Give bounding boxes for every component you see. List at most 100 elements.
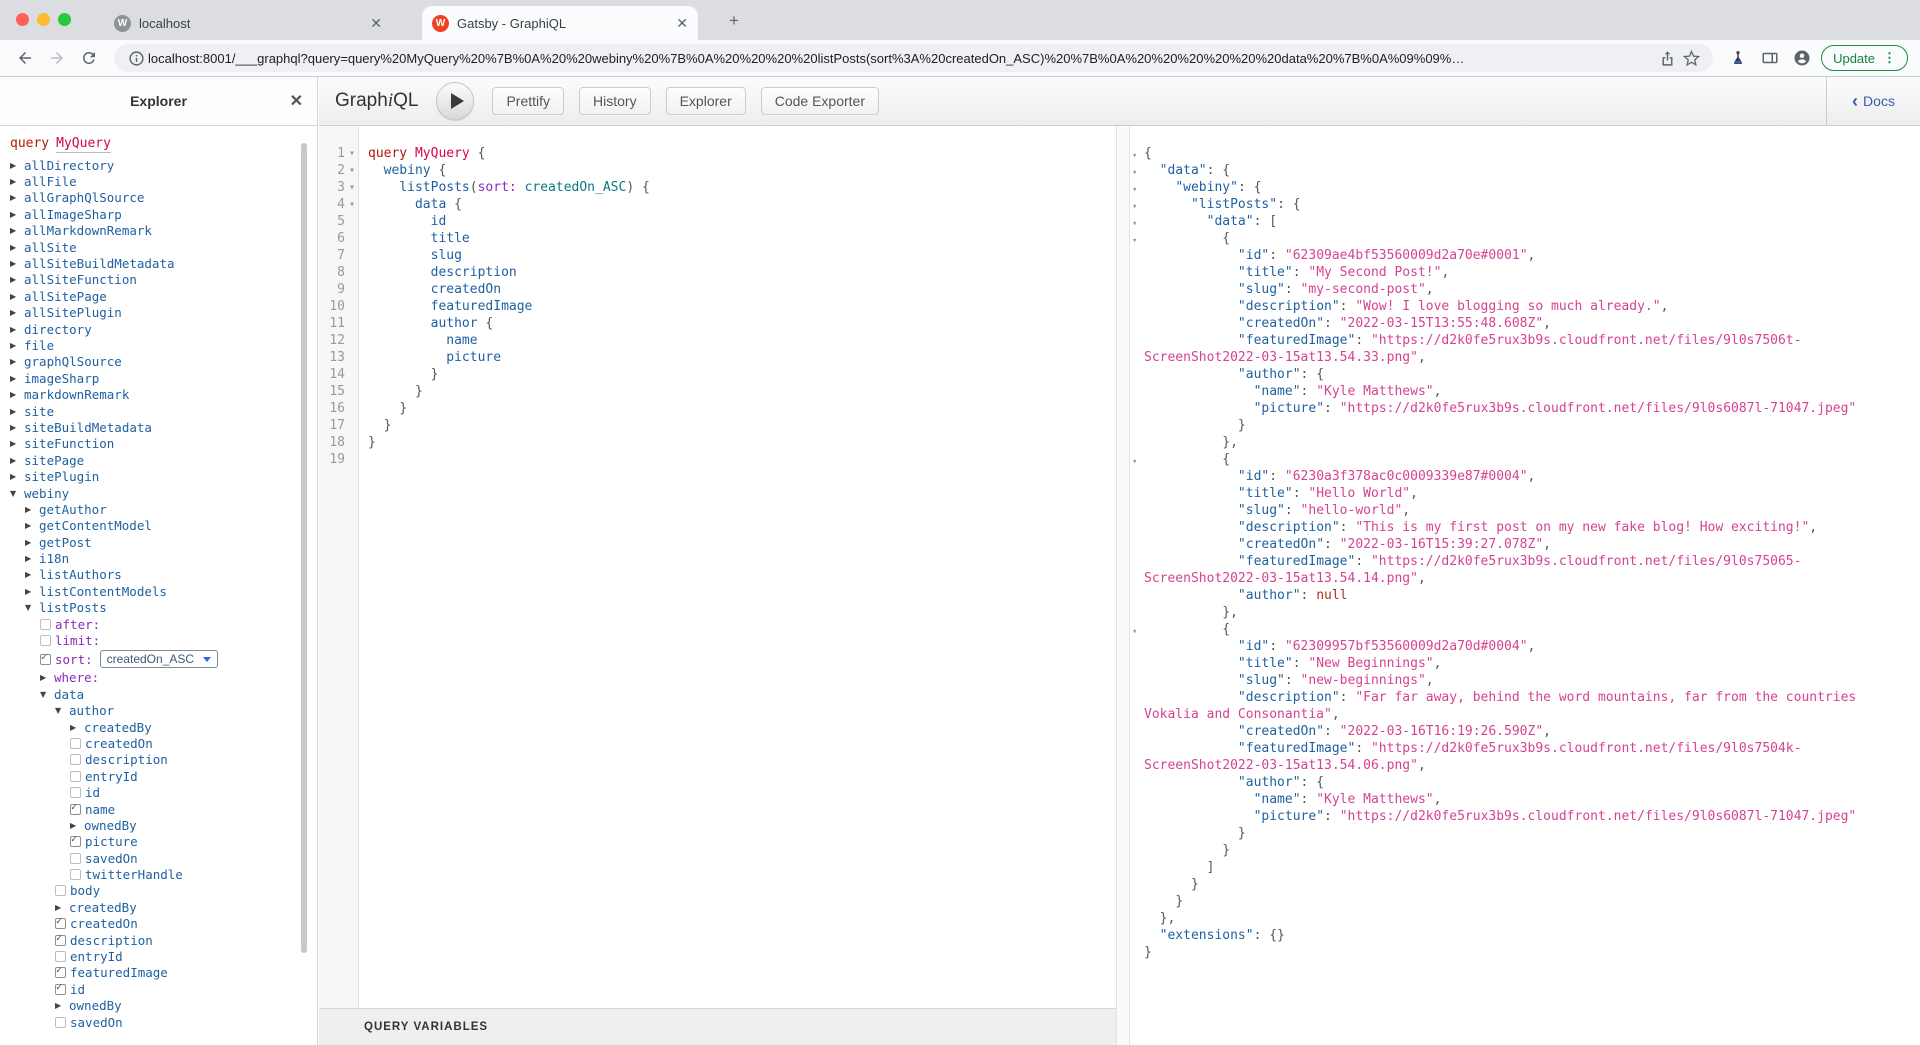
explorer-field-row[interactable]: ▶sitePage — [10, 452, 317, 468]
explorer-field-row[interactable]: createdOn — [70, 735, 317, 751]
fold-arrow-icon[interactable]: ▾ — [1132, 624, 1137, 641]
field-checkbox[interactable] — [55, 885, 66, 896]
prettify-button[interactable]: Prettify — [492, 87, 564, 115]
explorer-field-row[interactable]: ▶allSitePage — [10, 288, 317, 304]
explorer-field-row[interactable]: description — [55, 932, 317, 948]
query-variables-bar[interactable]: QUERY VARIABLES — [319, 1008, 1116, 1045]
explorer-field-row[interactable]: ▼data — [40, 686, 317, 702]
collapsed-arrow-icon[interactable]: ▶ — [10, 423, 24, 432]
explorer-field-row[interactable]: entryId — [55, 948, 317, 964]
explorer-field-row[interactable]: ▶ownedBy — [55, 998, 317, 1014]
collapsed-arrow-icon[interactable]: ▶ — [10, 161, 24, 170]
zoom-window-button[interactable] — [58, 13, 71, 26]
tab[interactable]: Wlocalhost✕ — [104, 6, 392, 40]
explorer-field-row[interactable]: featuredImage — [55, 965, 317, 981]
explorer-field-row[interactable]: ▶allFile — [10, 173, 317, 189]
active-tab[interactable]: WGatsby - GraphiQL✕ — [422, 6, 698, 40]
explorer-field-row[interactable]: body — [55, 883, 317, 899]
fold-arrow-icon[interactable]: ▾ — [1132, 199, 1137, 216]
fold-arrow-icon[interactable]: ▾ — [1132, 148, 1137, 165]
explorer-field-row[interactable]: ▶getPost — [25, 534, 317, 550]
collapsed-arrow-icon[interactable]: ▶ — [25, 554, 39, 563]
collapsed-arrow-icon[interactable]: ▶ — [10, 243, 24, 252]
field-checkbox[interactable] — [55, 951, 66, 962]
explorer-field-row[interactable]: ▼listPosts — [25, 600, 317, 616]
collapsed-arrow-icon[interactable]: ▶ — [10, 439, 24, 448]
explorer-field-row[interactable]: createdOn — [55, 916, 317, 932]
explorer-field-row[interactable]: ▶where: — [40, 670, 317, 686]
fold-arrow-icon[interactable]: ▾ — [1132, 165, 1137, 182]
fold-arrow-icon[interactable]: ▾ — [346, 196, 358, 213]
explorer-field-row[interactable]: ▶allSiteFunction — [10, 272, 317, 288]
explorer-field-row[interactable]: ▶allSiteBuildMetadata — [10, 255, 317, 271]
extension-icon[interactable] — [1725, 45, 1751, 71]
execute-query-button[interactable] — [436, 82, 474, 120]
explorer-field-row[interactable]: id — [70, 784, 317, 800]
query-editor[interactable]: 1▾query MyQuery {2▾ webiny {3▾ listPosts… — [319, 126, 1116, 1008]
explorer-field-row[interactable]: ▶site — [10, 403, 317, 419]
explorer-field-row[interactable]: description — [70, 752, 317, 768]
explorer-field-row[interactable]: ▶allDirectory — [10, 157, 317, 173]
fold-arrow-icon[interactable]: ▾ — [1132, 233, 1137, 250]
explorer-field-row[interactable]: ▶sitePlugin — [10, 468, 317, 484]
expanded-arrow-icon[interactable]: ▼ — [55, 706, 69, 715]
explorer-field-row[interactable]: ▼webiny — [10, 485, 317, 501]
explorer-field-row[interactable]: after: — [40, 616, 317, 632]
expanded-arrow-icon[interactable]: ▼ — [25, 603, 39, 612]
explorer-field-row[interactable]: savedOn — [55, 1014, 317, 1030]
explorer-field-row[interactable]: ▶directory — [10, 321, 317, 337]
field-checkbox[interactable] — [55, 984, 66, 995]
explorer-field-row[interactable]: entryId — [70, 768, 317, 784]
fold-arrow-icon[interactable]: ▾ — [346, 162, 358, 179]
field-checkbox[interactable] — [70, 738, 81, 749]
field-checkbox[interactable] — [70, 804, 81, 815]
explorer-field-row[interactable]: ▶siteFunction — [10, 436, 317, 452]
explorer-field-row[interactable]: ▶ownedBy — [70, 817, 317, 833]
explorer-field-row[interactable]: ▶listAuthors — [25, 567, 317, 583]
share-icon[interactable] — [1655, 46, 1679, 70]
explorer-field-row[interactable]: ▶getContentModel — [25, 518, 317, 534]
collapsed-arrow-icon[interactable]: ▶ — [25, 538, 39, 547]
result-viewer[interactable]: ▾{▾ "data": {▾ "webiny": {▾ "listPosts":… — [1130, 126, 1920, 1045]
side-panel-icon[interactable] — [1757, 45, 1783, 71]
collapsed-arrow-icon[interactable]: ▶ — [10, 374, 24, 383]
collapsed-arrow-icon[interactable]: ▶ — [25, 570, 39, 579]
explorer-field-row[interactable]: ▶createdBy — [55, 899, 317, 915]
collapsed-arrow-icon[interactable]: ▶ — [25, 505, 39, 514]
collapsed-arrow-icon[interactable]: ▶ — [10, 341, 24, 350]
close-tab-icon[interactable]: ✕ — [676, 15, 688, 32]
field-checkbox[interactable] — [70, 754, 81, 765]
collapsed-arrow-icon[interactable]: ▶ — [10, 390, 24, 399]
fold-arrow-icon[interactable]: ▾ — [1132, 182, 1137, 199]
reload-icon[interactable] — [76, 45, 102, 71]
explorer-field-row[interactable]: twitterHandle — [70, 866, 317, 882]
explorer-field-row[interactable]: sort:createdOn_ASC — [40, 649, 317, 670]
explorer-field-row[interactable]: ▶listContentModels — [25, 583, 317, 599]
collapsed-arrow-icon[interactable]: ▶ — [10, 472, 24, 481]
explorer-field-row[interactable]: ▶file — [10, 337, 317, 353]
expanded-arrow-icon[interactable]: ▼ — [10, 489, 24, 498]
explorer-field-row[interactable]: ▶allMarkdownRemark — [10, 223, 317, 239]
fold-arrow-icon[interactable]: ▾ — [1132, 216, 1137, 233]
collapsed-arrow-icon[interactable]: ▶ — [10, 407, 24, 416]
expanded-arrow-icon[interactable]: ▼ — [40, 690, 54, 699]
collapsed-arrow-icon[interactable]: ▶ — [25, 587, 39, 596]
collapsed-arrow-icon[interactable]: ▶ — [10, 275, 24, 284]
explorer-field-row[interactable]: savedOn — [70, 850, 317, 866]
field-checkbox[interactable] — [40, 619, 51, 630]
collapsed-arrow-icon[interactable]: ▶ — [10, 308, 24, 317]
collapsed-arrow-icon[interactable]: ▶ — [10, 193, 24, 202]
explorer-field-row[interactable]: picture — [70, 834, 317, 850]
field-checkbox[interactable] — [70, 836, 81, 847]
site-info-icon[interactable] — [124, 46, 148, 70]
explorer-field-row[interactable]: limit: — [40, 632, 317, 648]
close-icon[interactable]: ✕ — [290, 91, 303, 111]
field-checkbox[interactable] — [70, 869, 81, 880]
explorer-field-row[interactable]: ▶i18n — [25, 550, 317, 566]
field-checkbox[interactable] — [40, 635, 51, 646]
code-exporter-button[interactable]: Code Exporter — [761, 87, 879, 115]
explorer-field-row[interactable]: ▶markdownRemark — [10, 386, 317, 402]
collapsed-arrow-icon[interactable]: ▶ — [70, 723, 84, 732]
collapsed-arrow-icon[interactable]: ▶ — [10, 357, 24, 366]
docs-button[interactable]: ‹ Docs — [1826, 77, 1920, 125]
